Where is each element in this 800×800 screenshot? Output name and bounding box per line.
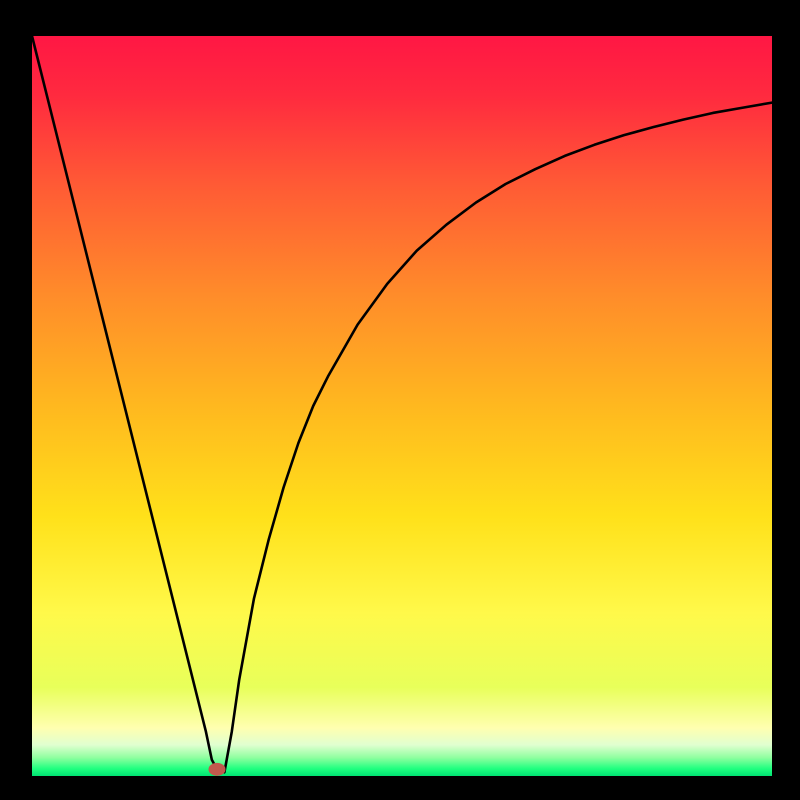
minimum-marker (209, 763, 226, 776)
plot-background (32, 36, 772, 776)
bottleneck-chart (0, 0, 800, 800)
chart-container: { "attribution": "TheBottlenecker.com", … (0, 0, 800, 800)
